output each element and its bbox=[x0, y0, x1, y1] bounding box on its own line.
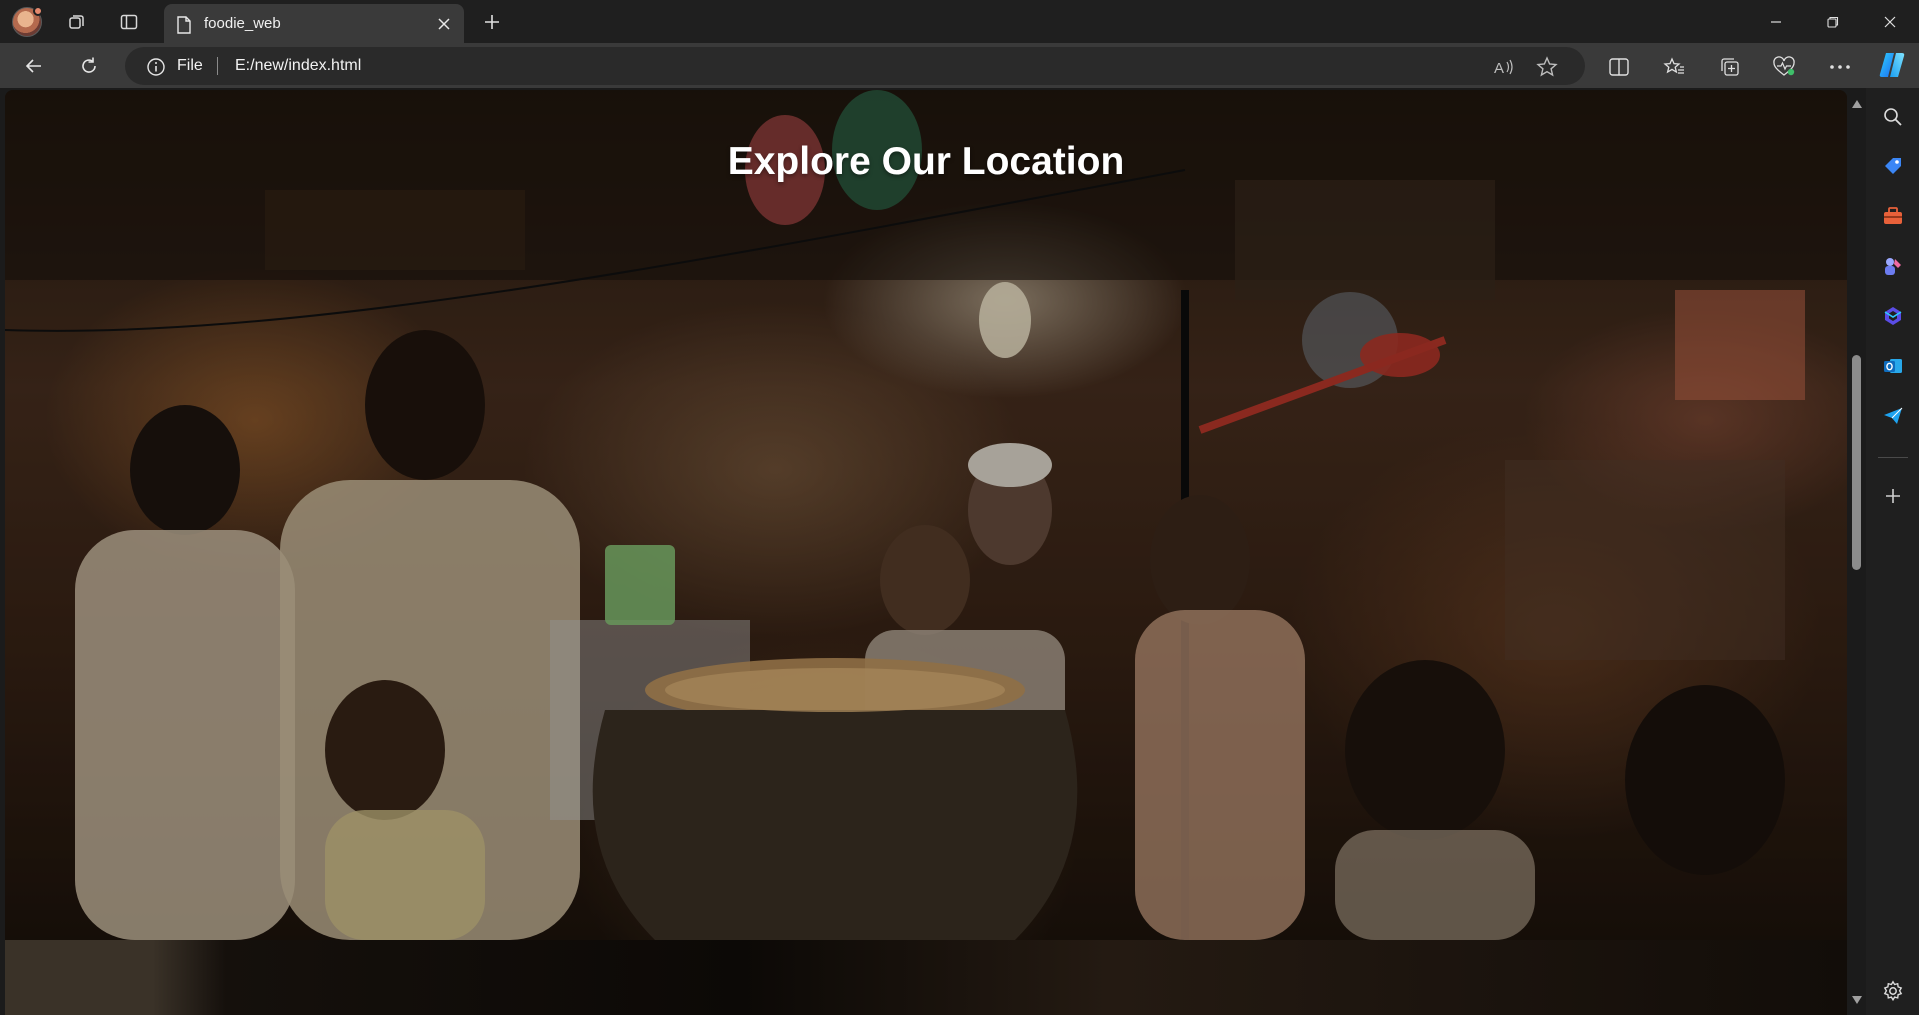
navigation-toolbar: File E:/new/index.html A bbox=[0, 43, 1919, 88]
next-section-background bbox=[5, 940, 1847, 1015]
new-tab-button[interactable] bbox=[476, 6, 508, 38]
close-icon[interactable] bbox=[434, 14, 454, 34]
page-scrollbar[interactable] bbox=[1847, 90, 1866, 1015]
refresh-icon bbox=[79, 56, 99, 76]
plus-icon[interactable] bbox=[1880, 483, 1906, 509]
page-viewport[interactable]: Explore Our Location bbox=[5, 90, 1847, 1015]
outlook-icon[interactable] bbox=[1880, 353, 1906, 379]
profile-badge bbox=[33, 6, 43, 16]
split-screen-icon[interactable] bbox=[1603, 51, 1635, 83]
workspaces-icon[interactable] bbox=[61, 6, 93, 38]
tab-strip: foodie_web bbox=[0, 0, 1919, 44]
browser-window: foodie_web File E:/new/index.html A Expl… bbox=[0, 0, 1919, 1015]
read-aloud-icon[interactable]: A bbox=[1492, 55, 1516, 79]
plus-icon bbox=[483, 13, 501, 31]
back-button[interactable] bbox=[17, 49, 51, 83]
favorites-icon[interactable] bbox=[1658, 51, 1690, 83]
heart-pulse-icon[interactable] bbox=[1768, 51, 1800, 83]
more-icon[interactable] bbox=[1824, 51, 1856, 83]
minimize-button[interactable] bbox=[1748, 0, 1804, 43]
sidebar-divider bbox=[1878, 457, 1908, 458]
toolbox-icon[interactable] bbox=[1880, 203, 1906, 229]
svg-text:A: A bbox=[1494, 60, 1504, 77]
restore-button[interactable] bbox=[1805, 0, 1861, 43]
url-text[interactable]: E:/new/index.html bbox=[235, 57, 361, 75]
minimize-icon bbox=[1770, 16, 1782, 28]
back-arrow-icon bbox=[24, 56, 44, 76]
settings-icon[interactable] bbox=[1880, 978, 1906, 1004]
hero-title: Explore Our Location bbox=[727, 140, 1125, 183]
edge-sidebar bbox=[1866, 88, 1919, 1015]
microsoft365-icon[interactable] bbox=[1880, 303, 1906, 329]
scroll-down-arrow[interactable] bbox=[1852, 996, 1862, 1004]
active-tab[interactable]: foodie_web bbox=[164, 4, 464, 44]
tab-title: foodie_web bbox=[204, 15, 281, 32]
info-icon[interactable] bbox=[146, 57, 166, 77]
page-icon bbox=[176, 16, 192, 34]
hero-section: Explore Our Location bbox=[5, 90, 1847, 940]
star-icon[interactable] bbox=[1535, 55, 1559, 79]
tag-icon[interactable] bbox=[1880, 153, 1906, 179]
close-window-button[interactable] bbox=[1862, 0, 1918, 43]
restore-icon bbox=[1827, 16, 1839, 28]
scrollbar-thumb[interactable] bbox=[1852, 355, 1861, 570]
collections-icon[interactable] bbox=[1714, 51, 1746, 83]
refresh-button[interactable] bbox=[72, 49, 106, 83]
send-icon[interactable] bbox=[1880, 403, 1906, 429]
address-bar[interactable]: File E:/new/index.html A bbox=[125, 47, 1585, 85]
games-icon[interactable] bbox=[1880, 253, 1906, 279]
address-separator bbox=[217, 57, 218, 75]
hero-background-image bbox=[5, 90, 1847, 940]
scroll-up-arrow[interactable] bbox=[1852, 100, 1862, 108]
scheme-label: File bbox=[177, 57, 203, 74]
tab-actions-icon[interactable] bbox=[113, 6, 145, 38]
copilot-icon[interactable] bbox=[1877, 50, 1907, 80]
search-icon[interactable] bbox=[1880, 104, 1906, 130]
close-window-icon bbox=[1884, 16, 1896, 28]
